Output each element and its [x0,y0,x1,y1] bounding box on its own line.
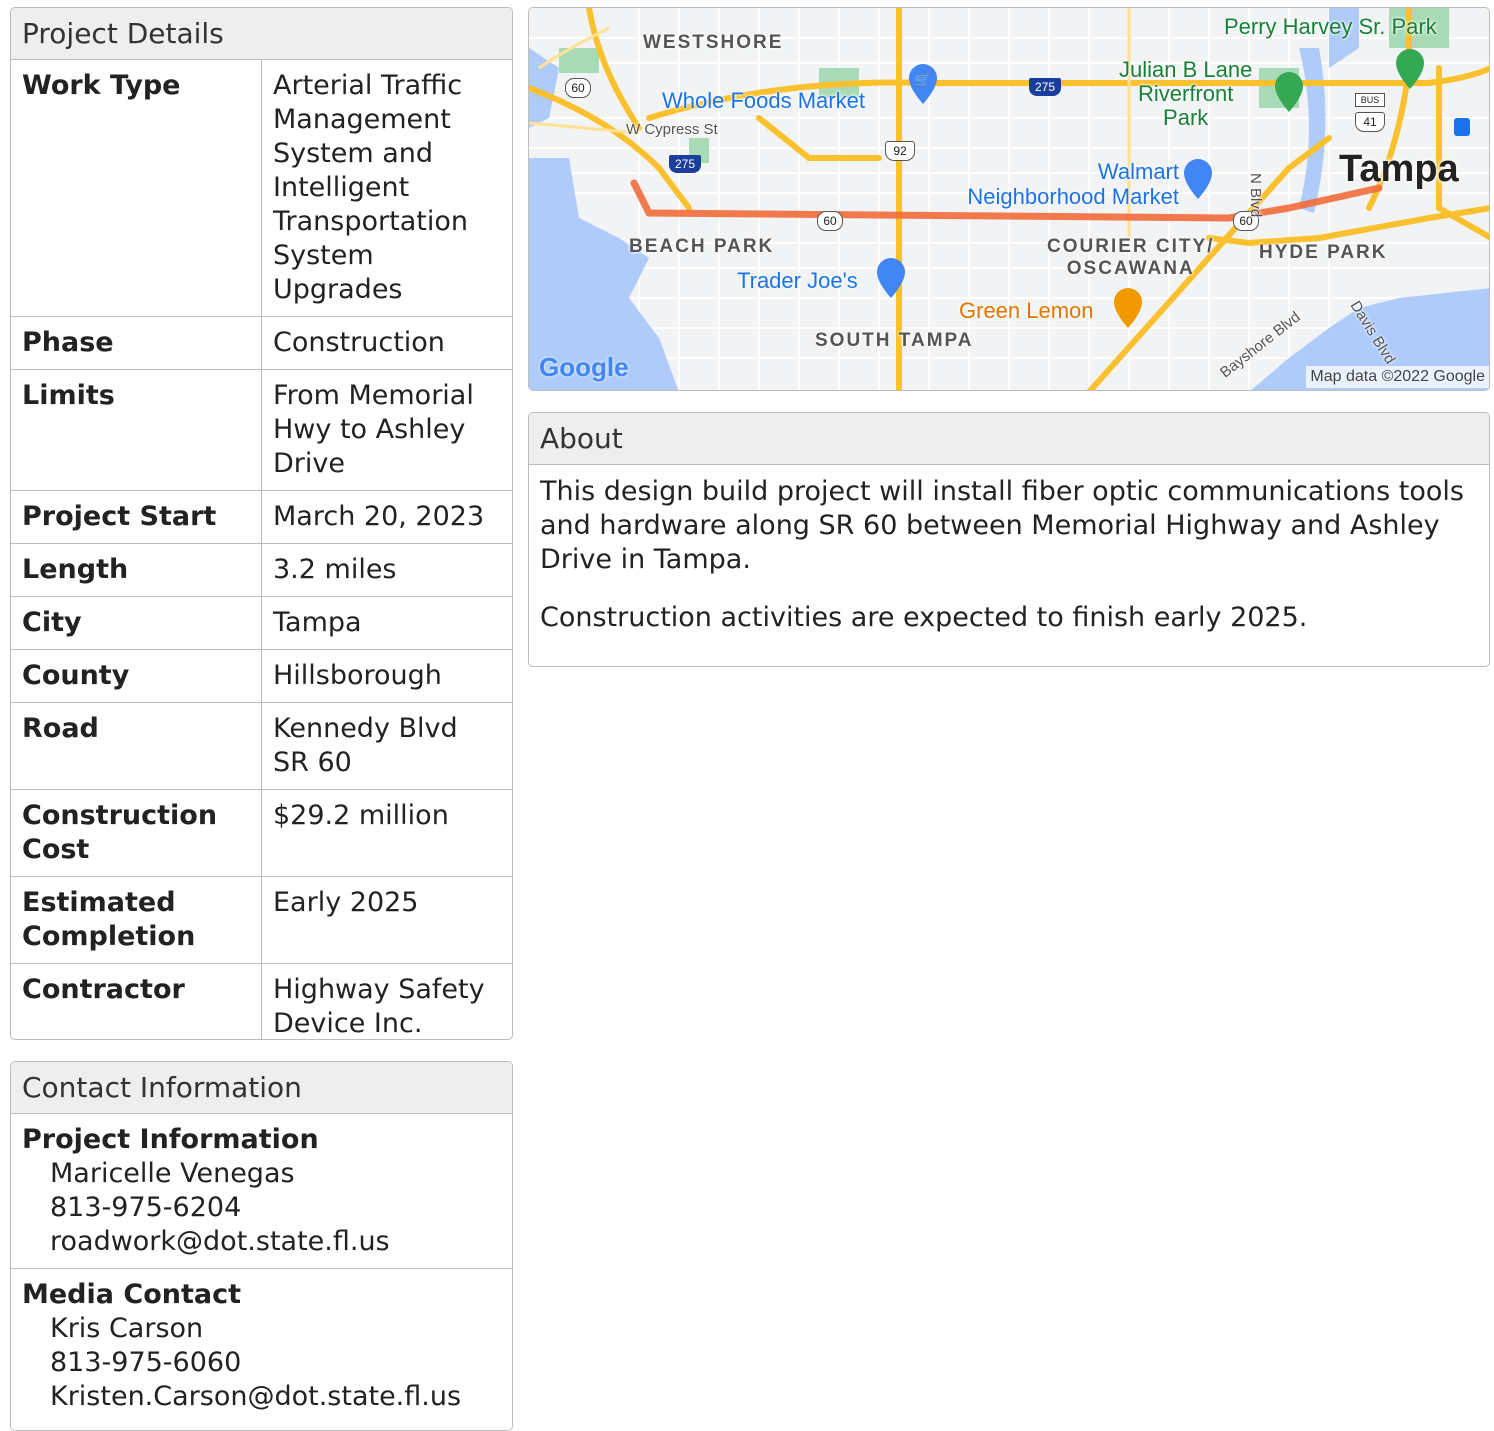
project-map[interactable]: 🛒 60 60 60 275 275 92 BUS 41 WESTSHORE P… [528,7,1490,391]
details-row: Project Start March 20, 2023 [11,490,512,544]
details-row: Limits From Memorial Hwy to Ashley Drive [11,369,512,491]
details-row: Contractor Highway Safety Device Inc. [11,963,512,1039]
details-value: March 20, 2023 [261,490,512,544]
details-row: Work Type Arterial Traffic Management Sys… [11,60,512,317]
map-label-beach-park: BEACH PARK [629,236,775,257]
details-row: Phase Construction [11,316,512,370]
details-label: Project Start [11,490,262,544]
details-row: Length 3.2 miles [11,543,512,597]
contact-heading: Project Information [22,1124,319,1155]
map-label-whole-foods[interactable]: Whole Foods Market [662,88,865,114]
map-label-julian-lane-park[interactable]: Julian B Lane Riverfront Park [1119,58,1252,130]
contact-email: roadwork@dot.state.fl.us [50,1226,390,1257]
us41-shield-icon: 41 [1355,112,1385,132]
map-label-green-lemon[interactable]: Green Lemon [959,298,1094,324]
details-label: Length [11,543,262,597]
project-details-title: Project Details [11,8,512,60]
contact-heading: Media Contact [22,1279,242,1310]
contact-information-panel: Contact Information Project Information … [10,1061,513,1431]
contact-phone: 813-975-6060 [50,1347,242,1378]
details-label: County [11,649,262,703]
map-label-walmart[interactable]: Walmart Neighborhood Market [939,159,1179,209]
project-details-table: Work Type Arterial Traffic Management Sys… [11,60,512,1039]
contact-phone: 813-975-6204 [50,1192,242,1223]
about-paragraph: Construction activities are expected to … [540,602,1308,633]
details-value: From Memorial Hwy to Ashley Drive [261,369,512,491]
about-paragraph: This design build project will install f… [540,476,1464,575]
details-label: Construction Cost [11,789,262,877]
details-value: Highway Safety Device Inc. [261,963,512,1039]
sr60-shield-icon: 60 [565,78,591,98]
details-label: Road [11,702,262,790]
details-label: Work Type [11,60,262,317]
details-row: County Hillsborough [11,649,512,703]
details-row: Construction Cost $29.2 million [11,789,512,877]
map-label-trader-joes[interactable]: Trader Joe's [737,268,858,294]
details-label: Contractor [11,963,262,1039]
google-logo[interactable]: Google [539,352,629,383]
map-attribution[interactable]: Map data ©2022 Google [1306,366,1489,388]
details-row: City Tampa [11,596,512,650]
details-label: Limits [11,369,262,491]
sr60-shield-icon: 60 [817,211,843,231]
details-row: Road Kennedy Blvd SR 60 [11,702,512,790]
details-value: 3.2 miles [261,543,512,597]
details-label: Phase [11,316,262,370]
bus-shield-icon: BUS [1355,93,1385,107]
map-label-westshore: WESTSHORE [643,32,784,53]
details-value: $29.2 million [261,789,512,877]
details-label: Estimated Completion [11,876,262,964]
us92-shield-icon: 92 [885,141,915,161]
about-body: This design build project will install f… [529,465,1489,666]
details-label: City [11,596,262,650]
contact-name: Maricelle Venegas [50,1158,295,1189]
i275-shield-icon: 275 [669,155,701,173]
map-label-perry-harvey-park[interactable]: Perry Harvey Sr. Park [1224,14,1437,40]
transit-station-icon[interactable] [1454,118,1470,136]
map-label-tampa: Tampa [1339,148,1459,190]
details-value: Arterial Traffic Management System and I… [273,70,468,305]
map-label-hyde-park: HYDE PARK [1259,242,1388,263]
details-value: Kennedy Blvd SR 60 [261,702,512,790]
contact-media: Media Contact Kris Carson 813-975-6060 K… [11,1269,512,1423]
details-value: Early 2025 [261,876,512,964]
details-row: Estimated Completion Early 2025 [11,876,512,964]
map-label-courier-city: COURIER CITY/ OSCAWANA [1047,236,1215,279]
contact-name: Kris Carson [50,1313,204,1344]
map-label-n-blvd: N Blvd [1247,173,1264,218]
map-label-south-tampa: SOUTH TAMPA [815,330,974,351]
details-value: Hillsborough [261,649,512,703]
details-value: Construction [261,316,512,370]
project-details-panel: Project Details Work Type Arterial Traffi… [10,7,513,1040]
svg-text:🛒: 🛒 [915,72,931,88]
about-title: About [529,413,1489,465]
details-value: Tampa [261,596,512,650]
contact-information-title: Contact Information [11,1062,512,1114]
i275-shield-icon: 275 [1029,78,1061,96]
contact-project-information: Project Information Maricelle Venegas 81… [11,1114,512,1269]
contact-email: Kristen.Carson@dot.state.fl.us [50,1381,462,1412]
about-panel: About This design build project will ins… [528,412,1490,667]
map-label-w-cypress-st: W Cypress St [626,121,718,138]
